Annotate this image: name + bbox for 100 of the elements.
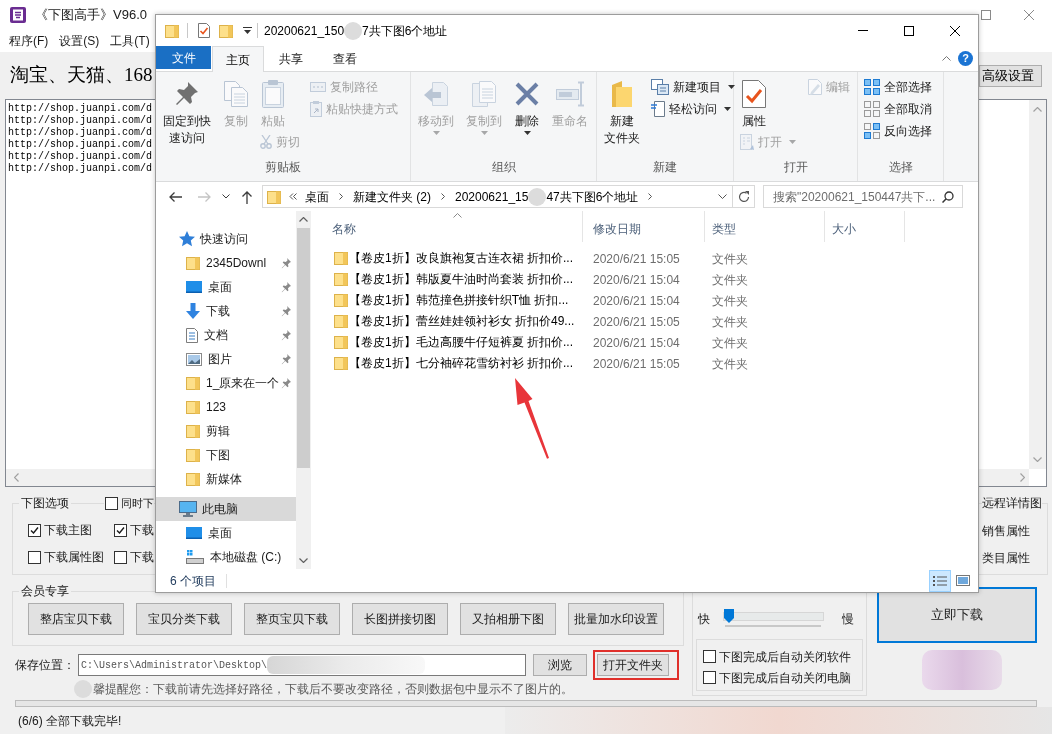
ribbon-button[interactable]: 轻松访问 xyxy=(649,98,737,120)
nav-item[interactable]: 快速访问 xyxy=(156,227,296,251)
breadcrumb[interactable]: 桌面 xyxy=(301,186,333,207)
list-icon[interactable] xyxy=(933,574,947,587)
file-name[interactable]: 【卷皮1折】七分袖碎花雪纺衬衫 折扣价... xyxy=(349,353,573,372)
ribbon-button[interactable]: 全部选择 xyxy=(862,76,934,98)
ribbon-button[interactable]: 全部取消 xyxy=(862,98,934,120)
feature-button[interactable]: 长图拼接切图 xyxy=(352,603,448,635)
pin-icon[interactable] xyxy=(281,257,292,269)
file-name[interactable]: 【卷皮1折】毛边高腰牛仔短裤夏 折扣价... xyxy=(349,332,573,351)
nav-item[interactable]: 下图 xyxy=(156,443,296,467)
ribbon-button[interactable]: 新建项目 xyxy=(649,76,737,98)
feature-button[interactable]: 批量加水印设置 xyxy=(568,603,664,635)
checkbox[interactable] xyxy=(703,650,716,663)
nav-item[interactable]: 图片 xyxy=(156,347,296,371)
pin-icon[interactable] xyxy=(281,305,292,317)
checkbox-label[interactable]: 下图完成后自动关闭软件 xyxy=(719,647,851,666)
file-name[interactable]: 【卷皮1折】韩范撞色拼接针织T恤 折扣... xyxy=(349,290,569,309)
grid-icon[interactable] xyxy=(864,79,880,95)
checkbox[interactable] xyxy=(28,550,41,564)
chevron-up-icon[interactable] xyxy=(299,217,308,222)
path-field[interactable]: C:\Users\Administrator\Desktop\ xyxy=(78,654,526,676)
feature-button[interactable]: 整店宝贝下载 xyxy=(28,603,124,635)
cross-icon[interactable] xyxy=(514,81,540,107)
nav-item[interactable]: 桌面 xyxy=(156,275,296,299)
folder-icon[interactable] xyxy=(165,23,179,38)
breadcrumb[interactable]: 新建文件夹 (2) xyxy=(349,186,435,207)
pin-icon[interactable] xyxy=(281,377,292,389)
ribbon-tab[interactable]: 文件 xyxy=(156,46,211,69)
dropdown-icon[interactable] xyxy=(243,27,252,34)
document-check-icon[interactable] xyxy=(198,23,210,38)
caret-icon[interactable] xyxy=(728,85,735,89)
checkbox-label[interactable]: 下图完成后自动关闭电脑 xyxy=(719,668,851,687)
file-name[interactable]: 【卷皮1折】蕾丝娃娃领衬衫女 折扣价49... xyxy=(349,311,575,330)
feature-button[interactable]: 宝贝分类下载 xyxy=(136,603,232,635)
url-text-area[interactable] xyxy=(979,99,1047,487)
slider-thumb[interactable] xyxy=(724,608,734,623)
feature-button[interactable]: 整页宝贝下载 xyxy=(244,603,340,635)
column-header[interactable]: 名称 xyxy=(320,211,583,242)
chevron-down-icon[interactable] xyxy=(299,558,308,563)
up-arrow-icon[interactable] xyxy=(241,189,253,204)
ribbon-button[interactable]: 固定到快速访问 xyxy=(160,72,214,147)
chevron-left-icon[interactable] xyxy=(14,473,19,482)
pin-icon[interactable] xyxy=(281,353,292,365)
documents-icon[interactable] xyxy=(651,79,669,95)
nav-item[interactable]: 此电脑 xyxy=(156,497,296,521)
pin-icon[interactable] xyxy=(175,81,199,107)
grid-icon[interactable] xyxy=(864,123,880,139)
double-chevron-icon[interactable] xyxy=(289,193,297,200)
checkbox[interactable] xyxy=(703,671,716,684)
search-field[interactable]: 搜索"20200621_150447共下... xyxy=(763,185,963,208)
checkbox[interactable] xyxy=(114,523,127,537)
feature-button[interactable]: 又拍相册下图 xyxy=(460,603,556,635)
close-icon[interactable] xyxy=(950,25,960,36)
nav-item[interactable]: 1_原来在一个 xyxy=(156,371,296,395)
checkbox[interactable] xyxy=(28,523,41,537)
menu-item[interactable]: 工具(T) xyxy=(106,33,154,49)
menu-item[interactable]: 设置(S) xyxy=(55,33,104,49)
browse-button[interactable]: 浏览 xyxy=(533,654,587,676)
document-check-icon[interactable] xyxy=(741,79,767,109)
menu-item[interactable]: 程序(F) xyxy=(5,33,53,49)
refresh-icon[interactable] xyxy=(737,190,750,203)
scrollbar[interactable] xyxy=(296,211,311,569)
nav-item[interactable]: 123 xyxy=(156,395,296,419)
checkbox-label[interactable]: 下载 xyxy=(130,548,154,566)
url-text-area[interactable]: http://shop.juanpi.com/d http://shop.juanpi.com/d http://shop.juanpi.com/d http://shop.juanpi.com/d http://shop.juanpi.com/d http://shop.juanpi.com/d xyxy=(5,99,155,487)
caret-icon[interactable] xyxy=(724,107,731,111)
checkbox-label[interactable]: 下载 xyxy=(130,521,154,539)
pin-icon[interactable] xyxy=(281,281,292,293)
file-name[interactable]: 【卷皮1折】改良旗袍复古连衣裙 折扣价... xyxy=(349,248,573,267)
ribbon-button[interactable]: 反向选择 xyxy=(862,120,934,142)
ribbon-button[interactable]: 新建文件夹 xyxy=(601,72,643,147)
sort-icon[interactable] xyxy=(452,213,462,218)
checkbox[interactable] xyxy=(105,496,118,510)
maximize-icon[interactable] xyxy=(904,25,914,36)
scrollbar-thumb[interactable] xyxy=(297,228,310,468)
start-download-button[interactable]: 立即下载 xyxy=(877,587,1037,643)
checkbox[interactable] xyxy=(114,550,127,564)
file-name[interactable]: 【卷皮1折】韩版夏牛油时尚套装 折扣价... xyxy=(349,269,573,288)
ribbon-tab[interactable]: 查看 xyxy=(318,46,372,71)
scrollbar[interactable] xyxy=(1029,100,1046,469)
breadcrumb[interactable]: 20200621_15 47共下图6个地址 xyxy=(451,186,643,207)
checkbox-label[interactable]: 下载主图 xyxy=(44,521,92,539)
chevron-right-icon[interactable] xyxy=(441,193,445,200)
chevron-up-icon[interactable] xyxy=(1033,107,1042,112)
nav-item[interactable]: 剪辑 xyxy=(156,419,296,443)
chevron-up-icon[interactable] xyxy=(942,56,951,61)
search-icon[interactable] xyxy=(942,190,954,203)
ribbon-button[interactable]: 属性 xyxy=(738,72,770,130)
chevron-down-icon[interactable] xyxy=(222,194,230,199)
chevron-right-icon[interactable] xyxy=(648,193,653,200)
nav-item[interactable]: 2345Downl xyxy=(156,251,296,275)
nav-item[interactable]: 新媒体 xyxy=(156,467,296,491)
nav-item[interactable]: 文档 xyxy=(156,323,296,347)
ribbon-button[interactable]: 删除 xyxy=(511,72,543,135)
help-button[interactable]: ? xyxy=(958,51,973,66)
pin-icon[interactable] xyxy=(281,329,292,341)
caret-icon[interactable] xyxy=(523,131,531,135)
grid-outline-icon[interactable] xyxy=(864,101,880,117)
nav-item[interactable]: 本地磁盘 (C:) xyxy=(156,545,296,569)
